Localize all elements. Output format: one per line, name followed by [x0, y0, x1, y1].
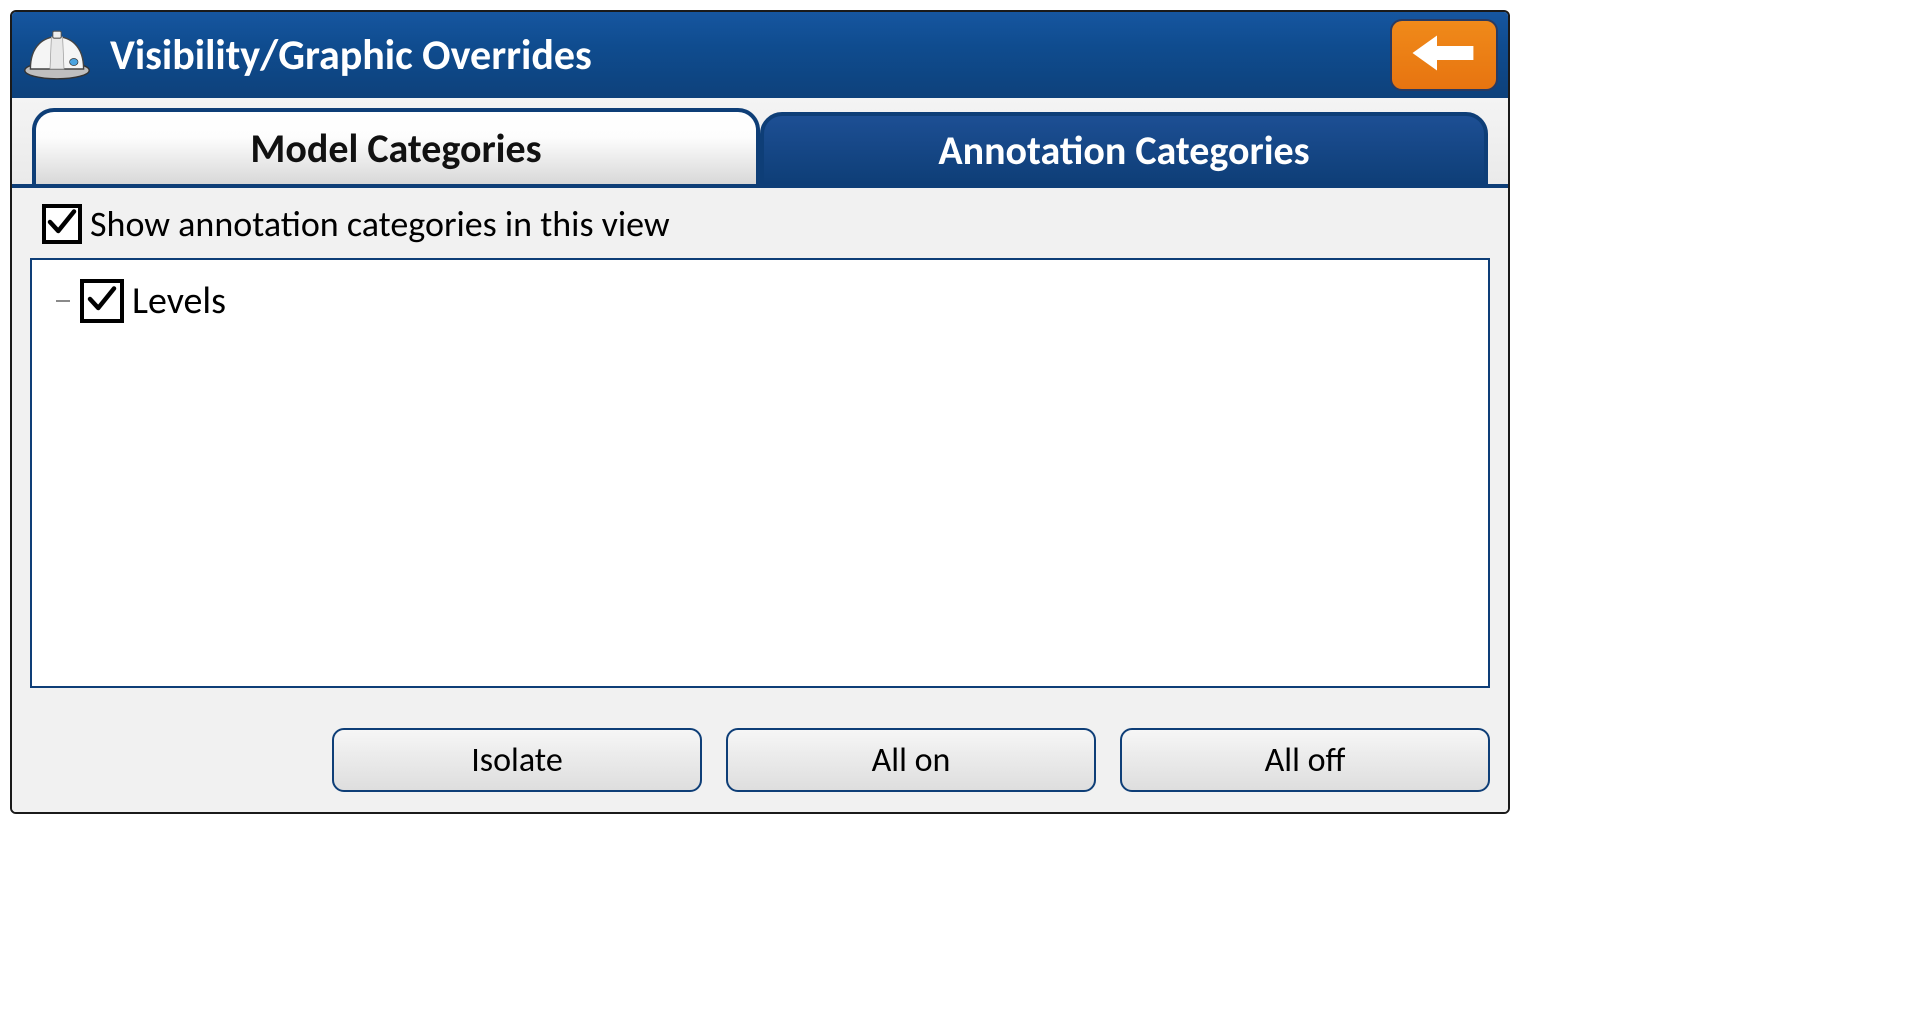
hardhat-icon: [22, 24, 92, 86]
isolate-button[interactable]: Isolate: [332, 728, 702, 792]
show-categories-checkbox[interactable]: [42, 204, 82, 244]
button-label: All off: [1265, 740, 1346, 781]
page-title: Visibility/Graphic Overrides: [110, 30, 1372, 81]
workspace: Model Categories Annotation Categories S…: [12, 98, 1508, 812]
categories-list: Levels: [30, 258, 1490, 688]
button-label: All on: [872, 740, 951, 781]
show-categories-label: Show annotation categories in this view: [90, 202, 670, 246]
tab-row: Model Categories Annotation Categories: [12, 98, 1508, 188]
checkmark-icon: [47, 207, 77, 242]
category-checkbox-levels[interactable]: [80, 279, 124, 323]
button-label: Isolate: [471, 740, 563, 781]
panel-body: Show annotation categories in this view …: [12, 188, 1508, 706]
app-window: Visibility/Graphic Overrides Model Categ…: [10, 10, 1510, 814]
footer-spacer: [30, 728, 308, 792]
arrow-left-icon: [1409, 29, 1479, 82]
all-on-button[interactable]: All on: [726, 728, 1096, 792]
tree-connector-icon: [56, 300, 70, 302]
show-toggle-row: Show annotation categories in this view: [30, 202, 1490, 246]
tab-label: Model Categories: [250, 124, 541, 173]
back-button[interactable]: [1390, 19, 1498, 91]
category-label: Levels: [132, 278, 226, 324]
header-bar: Visibility/Graphic Overrides: [12, 12, 1508, 98]
tab-annotation-categories[interactable]: Annotation Categories: [760, 112, 1488, 188]
all-off-button[interactable]: All off: [1120, 728, 1490, 792]
tab-label: Annotation Categories: [938, 126, 1309, 175]
footer-buttons: Isolate All on All off: [12, 706, 1508, 812]
tab-model-categories[interactable]: Model Categories: [32, 108, 760, 184]
checkmark-icon: [87, 284, 117, 319]
list-item[interactable]: Levels: [56, 278, 1464, 324]
